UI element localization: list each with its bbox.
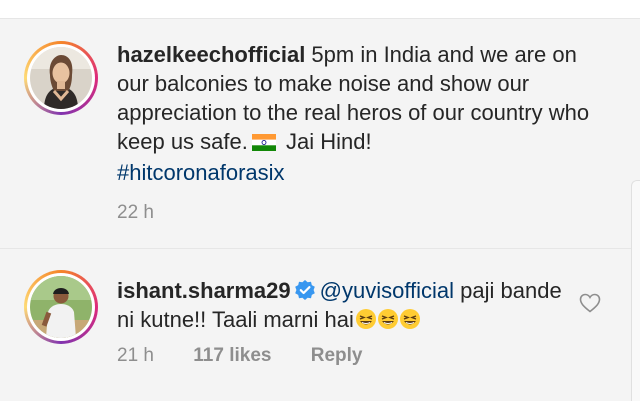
hashtag-link[interactable]: #hitcoronaforasix (117, 160, 285, 185)
username[interactable]: ishant.sharma29 (117, 278, 291, 303)
comment-text-part2: Jai Hind! (279, 129, 372, 154)
avatar-story-ring[interactable] (24, 41, 98, 115)
reply-button[interactable]: Reply (311, 345, 363, 366)
comment-ishant: ishant.sharma29 @yuvisofficial paji bande… (0, 248, 640, 401)
comment-body: hazelkeechofficial 5pm in India and we a… (117, 40, 597, 187)
verified-badge-icon (294, 279, 316, 301)
comment-body: ishant.sharma29 @yuvisofficial paji bande… (117, 276, 567, 337)
laughing-emoji-icon (355, 308, 421, 337)
scrollbar-edge (631, 180, 640, 401)
india-flag-icon (251, 129, 276, 158)
likes-count[interactable]: 117 likes (193, 345, 271, 366)
timestamp: 21 h (117, 345, 154, 366)
username[interactable]: hazelkeechofficial (117, 42, 305, 67)
timestamp: 22 h (117, 202, 154, 223)
avatar (30, 47, 92, 109)
comment-meta: 22 h (117, 202, 188, 224)
avatar (30, 276, 92, 338)
mention-link[interactable]: @yuvisofficial (320, 278, 454, 303)
heart-outline-icon[interactable] (579, 293, 601, 313)
comment-meta: 21 h 117 likes Reply (117, 345, 397, 367)
avatar-story-ring[interactable] (24, 270, 98, 344)
comment-hazelkeech: hazelkeechofficial 5pm in India and we a… (0, 19, 640, 247)
previous-comment-edge (0, 0, 640, 19)
